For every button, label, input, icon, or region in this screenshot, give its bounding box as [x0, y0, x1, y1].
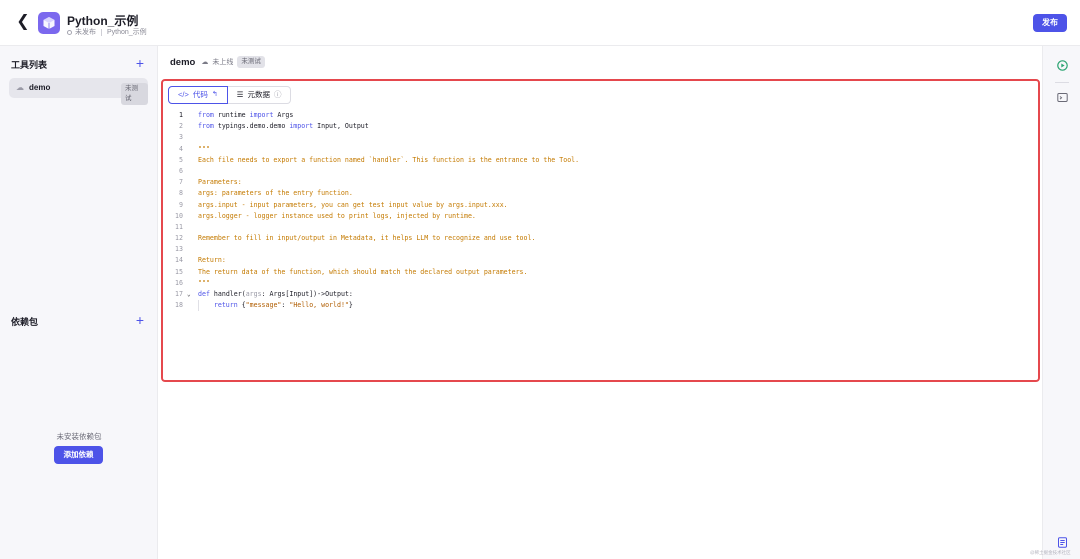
- code-text: args: parameters of the entry function.: [198, 189, 353, 198]
- online-status: 未上线: [212, 59, 234, 66]
- chevron-left-icon[interactable]: ❮: [14, 13, 32, 31]
- sliders-icon: ☰: [236, 90, 244, 99]
- editor-tabs: </> 代码 ↰ ☰ 元数据 ⓘ: [168, 86, 292, 104]
- code-text: from typings.demo.demo import Input, Out…: [198, 122, 369, 131]
- line-number: 11: [175, 222, 183, 231]
- tool-title: demo: [170, 56, 196, 68]
- publish-status: 未发布: [75, 29, 96, 36]
- fold-chevron-icon[interactable]: ⌄: [187, 289, 191, 300]
- line-number: 1: [179, 111, 183, 119]
- code-line: 3: [163, 132, 1033, 143]
- code-text: Remember to fill in input/output in Meta…: [198, 234, 536, 243]
- code-line: 5 Each file needs to export a function na…: [163, 155, 1033, 166]
- code-text: return {"message": "Hello, world!"}: [213, 301, 353, 310]
- status-badge: 未测试: [121, 83, 148, 105]
- line-number: 4: [179, 144, 183, 153]
- run-icon[interactable]: [1057, 58, 1068, 71]
- line-number: 7: [179, 178, 183, 187]
- line-number: 8: [179, 189, 183, 198]
- tab-metadata-label: 元数据: [247, 90, 270, 99]
- watermark: @稀土掘金技术社区: [1030, 550, 1071, 555]
- code-line: 18 return {"message": "Hello, world!"}: [163, 300, 1033, 312]
- terminal-icon[interactable]: [1057, 90, 1068, 102]
- code-text: args.logger - logger instance used to pr…: [198, 211, 476, 220]
- right-toolbar: [1042, 46, 1080, 559]
- log-icon[interactable]: [1057, 535, 1068, 548]
- line-number: 18: [175, 301, 183, 310]
- tools-title: 工具列表: [11, 60, 48, 70]
- line-number: 3: [179, 133, 183, 142]
- code-text: """: [198, 278, 210, 287]
- divider: [1055, 82, 1069, 83]
- line-number: 14: [175, 256, 183, 265]
- line-number: 15: [175, 267, 183, 276]
- deps-title: 依赖包: [11, 317, 39, 327]
- code-line: 14 Return:: [163, 255, 1033, 266]
- code-line: 15 The return data of the function, which…: [163, 267, 1033, 278]
- tab-code[interactable]: </> 代码 ↰: [168, 86, 228, 104]
- publish-button[interactable]: 发布: [1033, 14, 1067, 32]
- code-line: 2 from typings.demo.demo import Input, Ou…: [163, 121, 1033, 132]
- code-line: 16 """: [163, 278, 1033, 289]
- code-line: 17 ⌄ def handler(args: Args[Input])->Outpu…: [163, 289, 1033, 300]
- status-dot-icon: [67, 29, 72, 35]
- code-text: Each file needs to export a function nam…: [198, 155, 580, 164]
- line-number: 6: [179, 166, 183, 175]
- code-text: args.input - input parameters, you can g…: [198, 200, 508, 209]
- add-dependency-button[interactable]: 添加依赖: [54, 446, 103, 464]
- add-tool-icon[interactable]: +: [134, 56, 146, 70]
- line-number: 10: [175, 211, 183, 220]
- magic-wand-icon: ↰: [211, 91, 218, 98]
- tool-item-name: demo: [29, 83, 51, 92]
- line-number: 12: [175, 234, 183, 243]
- code-line: 13: [163, 244, 1033, 255]
- cloud-icon: ☁: [16, 83, 24, 92]
- code-text: The return data of the function, which s…: [198, 267, 528, 276]
- tool-item-demo[interactable]: ☁ demo 未测试: [9, 78, 148, 105]
- top-bar: ❮ Python_示例 未发布 Python_示例 发布: [0, 0, 1080, 46]
- code-brackets-icon: </>: [178, 90, 189, 99]
- line-number: 2: [179, 122, 183, 131]
- line-number: 5: [179, 155, 183, 164]
- line-number: 9: [179, 200, 183, 209]
- code-editor-panel: </> 代码 ↰ ☰ 元数据 ⓘ 1 from runtime import Ar…: [161, 79, 1040, 382]
- code-line: 8 args: parameters of the entry function.: [163, 188, 1033, 199]
- code-line: 4 """: [163, 144, 1033, 155]
- code-line: 1 from runtime import Args: [163, 110, 1033, 121]
- code-line: 10 args.logger - logger instance used to …: [163, 211, 1033, 222]
- app-status-line: 未发布 Python_示例: [67, 27, 147, 37]
- divider: [101, 28, 102, 36]
- tab-code-label: 代码: [192, 90, 208, 99]
- add-dependency-icon[interactable]: +: [134, 313, 146, 327]
- line-number: 17: [175, 290, 183, 298]
- code-line: 12 Remember to fill in input/output in Me…: [163, 233, 1033, 244]
- sidebar: 工具列表 + ☁ demo 未测试 依赖包 + 未安装依赖包 添加依赖: [0, 46, 158, 559]
- code-text: from runtime import Args: [198, 111, 294, 119]
- line-number: 13: [175, 245, 183, 254]
- code-line: 7 Parameters:: [163, 177, 1033, 188]
- code-line: 11: [163, 222, 1033, 233]
- breadcrumb: Python_示例: [107, 29, 147, 36]
- test-badge: 未测试: [237, 56, 265, 68]
- app-cube-icon: [38, 12, 60, 34]
- info-icon: ⓘ: [273, 90, 282, 99]
- code-line: 6: [163, 166, 1033, 177]
- code-text: def handler(args: Args[Input])->Output:: [198, 290, 353, 298]
- code-area[interactable]: 1 from runtime import Args 2 from typings.d…: [163, 110, 1033, 312]
- code-line: 9 args.input - input parameters, you can …: [163, 200, 1033, 211]
- empty-deps-text: 未安装依赖包: [56, 432, 102, 441]
- code-text: Return:: [198, 256, 226, 265]
- line-number: 16: [175, 278, 183, 287]
- code-text: Parameters:: [198, 178, 242, 187]
- code-text: """: [198, 144, 210, 153]
- main-header: demo ☁ 未上线 未测试: [170, 56, 265, 68]
- cloud-icon: ☁: [201, 59, 209, 66]
- tab-metadata[interactable]: ☰ 元数据 ⓘ: [227, 86, 292, 104]
